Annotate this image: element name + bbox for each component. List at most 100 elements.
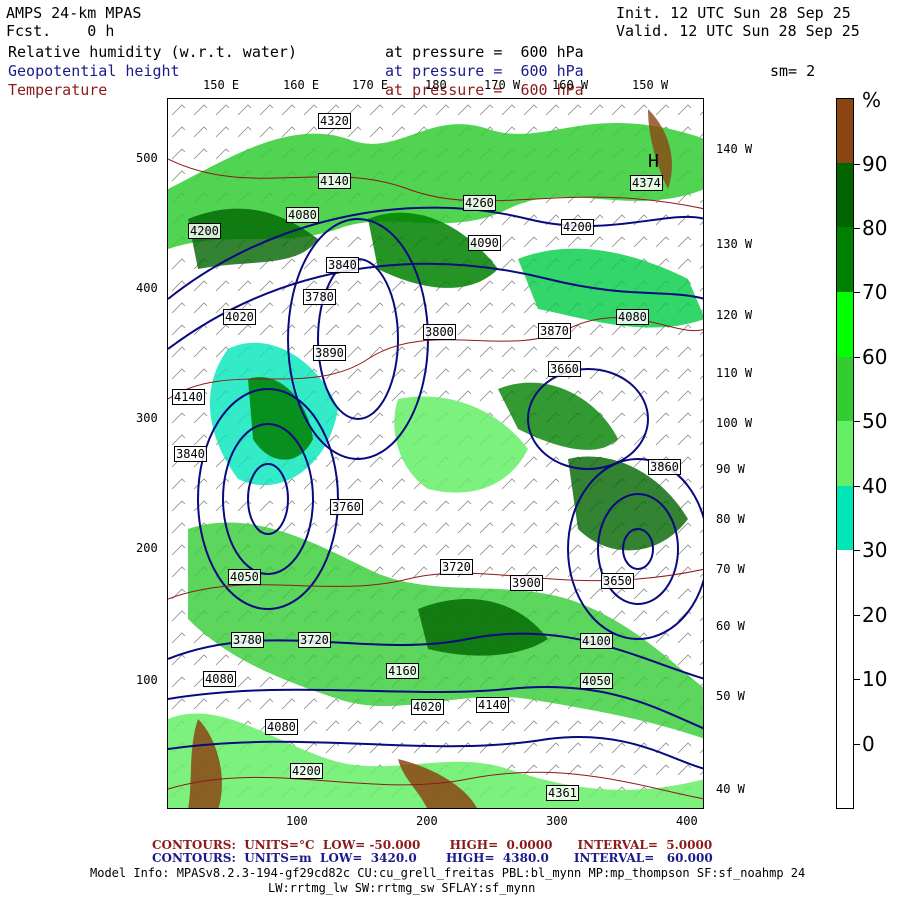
colorbar-tick [854,292,860,293]
field-rh-level: at pressure = 600 hPa [385,43,584,61]
height-contour-info: CONTOURS: UNITS=m LOW= 3420.0 HIGH= 4380… [152,851,713,865]
contour-label: 4090 [468,235,501,251]
colorbar-label: 60 [862,345,888,369]
colorbar-segment [837,163,853,227]
lon-label: 90 W [716,462,745,476]
contour-label: 4080 [203,671,236,687]
colorbar-segment [837,227,853,292]
contour-label: 4374 [630,175,663,191]
lon-label: 160 E [283,78,320,92]
x-tick-label: 300 [546,814,568,828]
colorbar-tick [854,228,860,229]
contour-label: 3860 [648,459,681,475]
contour-label: 4320 [318,113,351,129]
lon-label: 140 W [716,142,753,156]
colorbar-tick [854,550,860,551]
colorbar [836,98,854,809]
x-tick-label: 100 [286,814,308,828]
field-height-name: Geopotential height [8,62,180,80]
colorbar-segment [837,421,853,486]
contour-label: 3720 [440,559,473,575]
colorbar-tick [854,744,860,745]
contour-label: 4200 [561,219,594,235]
contour-label: 4020 [223,309,256,325]
y-tick-label: 200 [136,541,158,555]
colorbar-label: 0 [862,732,875,756]
contour-label: 3840 [326,257,359,273]
forecast-hour: Fcst. 0 h [6,22,115,40]
colorbar-label: 10 [862,667,888,691]
colorbar-tick [854,615,860,616]
y-tick-label: 500 [136,151,158,165]
model-info-line-2: LW:rrtmg_lw SW:rrtmg_sw SFLAY:sf_mynn [268,881,536,895]
lon-label: 170 W [484,78,521,92]
map-panel[interactable]: 4320 4140 4080 4200 4260 4090 4200 3840 … [167,98,704,809]
contour-label: 3900 [510,575,543,591]
contour-label: 4140 [318,173,351,189]
lon-label: 40 W [716,782,745,796]
lon-label: 150 E [203,78,240,92]
colorbar-label: 20 [862,603,888,627]
contour-label: 4140 [476,697,509,713]
lon-label: 180 [425,78,447,92]
contour-label: 4080 [286,207,319,223]
colorbar-segment [837,550,853,808]
lon-label: 120 W [716,308,753,322]
contour-label: 3760 [330,499,363,515]
colorbar-segment [837,486,853,550]
colorbar-tick [854,679,860,680]
contour-label: 4260 [463,195,496,211]
field-rh-name: Relative humidity (w.r.t. water) [8,43,297,61]
contour-label: 4100 [580,633,613,649]
contour-label: 3780 [303,289,336,305]
lon-label: 70 W [716,562,745,576]
y-tick-label: 300 [136,411,158,425]
contour-label: 4361 [546,785,579,801]
contour-label: 4140 [172,389,205,405]
contour-label: 3650 [601,573,634,589]
colorbar-label: 70 [862,280,888,304]
temperature-contour-info: CONTOURS: UNITS=°C LOW= -50.000 HIGH= 0.… [152,838,713,852]
lon-label: 130 W [716,237,753,251]
contour-label: 4200 [290,763,323,779]
lon-label: 160 W [552,78,589,92]
colorbar-label: 50 [862,409,888,433]
contour-label: 4050 [580,673,613,689]
model-title: AMPS 24-km MPAS [6,4,142,22]
y-tick-label: 100 [136,673,158,687]
y-tick-label: 400 [136,281,158,295]
contour-label: 3660 [548,361,581,377]
colorbar-label: 30 [862,538,888,562]
contour-label: 4050 [228,569,261,585]
contour-label: 3800 [423,324,456,340]
model-info-line-1: Model Info: MPASv8.2.3-194-gf29cd82c CU:… [90,866,806,880]
contour-label: 4200 [188,223,221,239]
contour-label: 4020 [411,699,444,715]
contour-label: 3870 [538,323,571,339]
lon-label: 150 W [632,78,669,92]
contour-label: 3780 [231,632,264,648]
colorbar-unit: % [862,88,882,112]
colorbar-label: 80 [862,216,888,240]
contour-label: 4160 [386,663,419,679]
colorbar-segment [837,292,853,357]
colorbar-tick [854,421,860,422]
contour-label: 4080 [616,309,649,325]
init-time: Init. 12 UTC Sun 28 Sep 25 [616,4,851,22]
valid-time: Valid. 12 UTC Sun 28 Sep 25 [616,22,860,40]
colorbar-tick [854,357,860,358]
lon-label: 170 E [352,78,389,92]
lon-label: 80 W [716,512,745,526]
field-temp-name: Temperature [8,81,108,99]
x-tick-label: 200 [416,814,438,828]
high-pressure-marker: H [648,151,659,172]
colorbar-segment [837,357,853,421]
colorbar-label: 90 [862,152,888,176]
smoothing-label: sm= 2 [770,62,816,80]
lon-label: 110 W [716,366,753,380]
contour-label: 3840 [174,446,207,462]
contour-label: 4080 [265,719,298,735]
colorbar-tick [854,164,860,165]
x-tick-label: 400 [676,814,698,828]
colorbar-segment [837,99,853,163]
